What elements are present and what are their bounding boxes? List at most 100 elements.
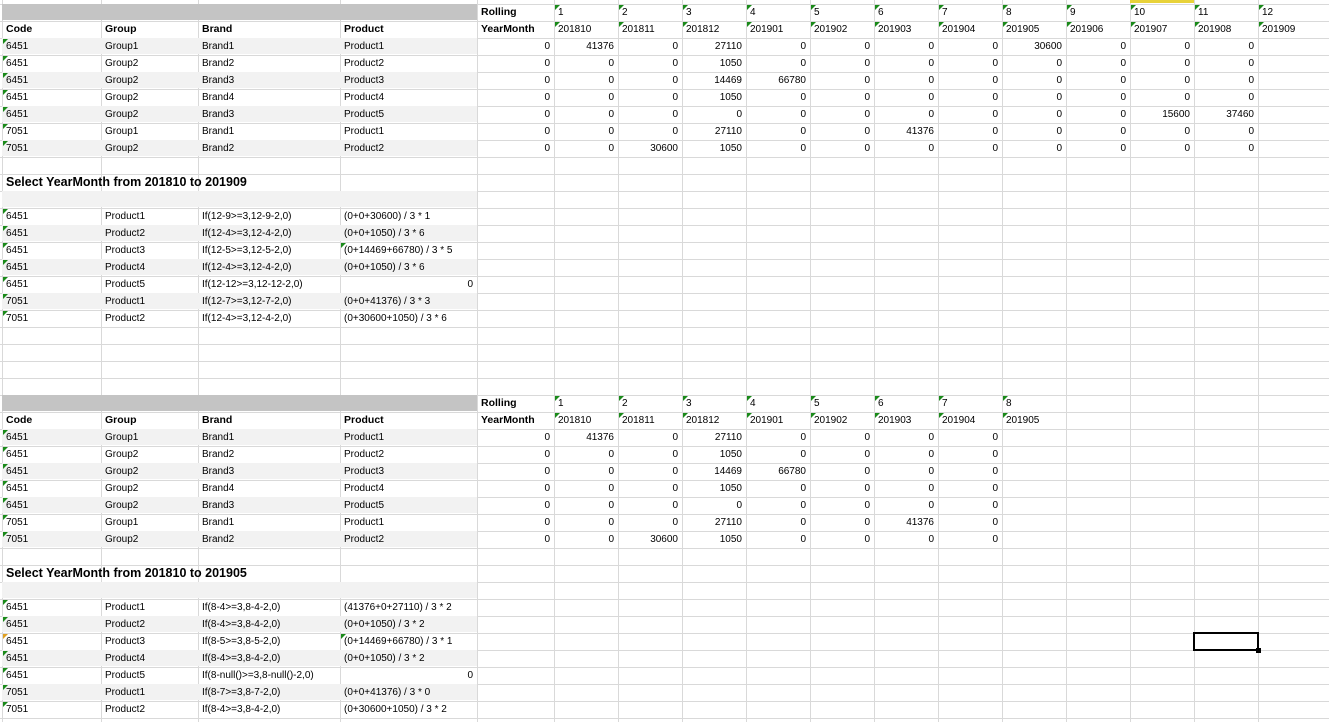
result1-months-formula[interactable]: If(12-12>=3,12-12-2,0) <box>202 276 338 293</box>
table1-value-cell[interactable]: 0 <box>1130 72 1190 89</box>
table1-value-cell[interactable]: 41376 <box>874 123 934 140</box>
table2-value-cell[interactable]: 0 <box>554 497 614 514</box>
table1-group-cell[interactable]: Group1 <box>105 38 196 55</box>
table2-value-cell[interactable]: 0 <box>810 480 870 497</box>
table2-rolling-index[interactable]: 2 <box>622 395 680 412</box>
table1-month-header[interactable]: 201908 <box>1198 21 1256 38</box>
table1-month-header[interactable]: 201810 <box>558 21 616 38</box>
table2-value-cell[interactable]: 1050 <box>682 480 742 497</box>
table2-month-header[interactable]: 201810 <box>558 412 616 429</box>
result2-code-cell[interactable]: 6451 <box>6 633 99 650</box>
table1-column-header[interactable]: Brand <box>202 21 338 38</box>
table1-product-cell[interactable]: Product2 <box>344 140 475 157</box>
active-cell-selection[interactable] <box>1193 632 1259 651</box>
table2-brand-cell[interactable]: Brand3 <box>202 463 338 480</box>
table1-value-cell[interactable]: 0 <box>746 89 806 106</box>
table1-value-cell[interactable]: 0 <box>1066 106 1126 123</box>
table2-brand-cell[interactable]: Brand1 <box>202 514 338 531</box>
result2-value-formula[interactable]: (0+0+1050) / 3 * 2 <box>344 616 475 633</box>
table2-value-cell[interactable]: 0 <box>618 480 678 497</box>
table1-rolling-index[interactable]: 9 <box>1070 4 1128 21</box>
table1-column-header[interactable]: Product <box>344 21 475 38</box>
table2-brand-cell[interactable]: Brand2 <box>202 446 338 463</box>
table1-rolling-index[interactable]: 12 <box>1262 4 1327 21</box>
table2-product-cell[interactable]: Product1 <box>344 429 475 446</box>
table1-month-header[interactable]: 201901 <box>750 21 808 38</box>
result1-value-formula[interactable]: (0+0+1050) / 3 * 6 <box>344 225 475 242</box>
table2-value-cell[interactable]: 0 <box>746 497 806 514</box>
table1-group-cell[interactable]: Group2 <box>105 106 196 123</box>
table1-value-cell[interactable]: 15600 <box>1130 106 1190 123</box>
table2-product-cell[interactable]: Product4 <box>344 480 475 497</box>
table2-yearmonth-label[interactable]: YearMonth <box>481 412 552 429</box>
table2-column-header[interactable]: Group <box>105 412 196 429</box>
result2-product-cell[interactable]: Product5 <box>105 667 196 684</box>
table2-value-cell[interactable]: 0 <box>746 514 806 531</box>
table2-value-cell[interactable]: 0 <box>874 446 934 463</box>
table2-code-cell[interactable]: 6451 <box>6 429 99 446</box>
table2-value-cell[interactable]: 0 <box>938 497 998 514</box>
result2-product-cell[interactable]: Product2 <box>105 701 196 718</box>
table2-rolling-label[interactable]: Rolling <box>481 395 552 412</box>
result2-months-formula[interactable]: If(8-4>=3,8-4-2,0) <box>202 701 338 718</box>
table1-value-cell[interactable]: 30600 <box>1002 38 1062 55</box>
table1-value-cell[interactable]: 0 <box>1002 72 1062 89</box>
table2-value-cell[interactable]: 0 <box>477 497 550 514</box>
result2-value-formula[interactable]: (0+30600+1050) / 3 * 2 <box>344 701 475 718</box>
result1-months-formula[interactable]: If(12-4>=3,12-4-2,0) <box>202 310 338 327</box>
table2-brand-cell[interactable]: Brand3 <box>202 497 338 514</box>
table2-column-header[interactable]: Brand <box>202 412 338 429</box>
table2-value-cell[interactable]: 0 <box>554 531 614 548</box>
result1-months-formula[interactable]: If(12-9>=3,12-9-2,0) <box>202 208 338 225</box>
table1-value-cell[interactable]: 66780 <box>746 72 806 89</box>
result2-product-cell[interactable]: Product1 <box>105 599 196 616</box>
table1-group-cell[interactable]: Group2 <box>105 55 196 72</box>
table2-group-cell[interactable]: Group1 <box>105 514 196 531</box>
table1-value-cell[interactable]: 0 <box>746 123 806 140</box>
table2-month-header[interactable]: 201904 <box>942 412 1000 429</box>
result1-product-cell[interactable]: Product3 <box>105 242 196 259</box>
table2-value-cell[interactable]: 0 <box>810 531 870 548</box>
result1-zero-value[interactable]: 0 <box>340 276 473 293</box>
table1-value-cell[interactable]: 0 <box>746 140 806 157</box>
table1-code-cell[interactable]: 6451 <box>6 106 99 123</box>
table1-value-cell[interactable]: 0 <box>938 140 998 157</box>
table2-month-header[interactable]: 201811 <box>622 412 680 429</box>
result1-product-cell[interactable]: Product2 <box>105 310 196 327</box>
table1-value-cell[interactable]: 0 <box>554 140 614 157</box>
table2-brand-cell[interactable]: Brand4 <box>202 480 338 497</box>
table2-value-cell[interactable]: 66780 <box>746 463 806 480</box>
table1-value-cell[interactable]: 0 <box>810 38 870 55</box>
result2-months-formula[interactable]: If(8-7>=3,8-7-2,0) <box>202 684 338 701</box>
table1-product-cell[interactable]: Product1 <box>344 123 475 140</box>
result2-code-cell[interactable]: 6451 <box>6 599 99 616</box>
table1-rolling-index[interactable]: 1 <box>558 4 616 21</box>
table1-value-cell[interactable]: 0 <box>477 38 550 55</box>
table1-value-cell[interactable]: 0 <box>746 106 806 123</box>
table1-month-header[interactable]: 201907 <box>1134 21 1192 38</box>
table1-month-header[interactable]: 201902 <box>814 21 872 38</box>
table1-value-cell[interactable]: 41376 <box>554 38 614 55</box>
table1-value-cell[interactable]: 0 <box>1066 140 1126 157</box>
result1-code-cell[interactable]: 6451 <box>6 276 99 293</box>
result1-code-cell[interactable]: 7051 <box>6 310 99 327</box>
table1-value-cell[interactable]: 0 <box>682 106 742 123</box>
result2-value-formula[interactable]: (0+0+1050) / 3 * 2 <box>344 650 475 667</box>
table1-product-cell[interactable]: Product3 <box>344 72 475 89</box>
table1-value-cell[interactable]: 27110 <box>682 123 742 140</box>
table2-value-cell[interactable]: 0 <box>938 514 998 531</box>
table1-value-cell[interactable]: 0 <box>618 55 678 72</box>
table1-value-cell[interactable]: 37460 <box>1194 106 1254 123</box>
result1-code-cell[interactable]: 6451 <box>6 259 99 276</box>
table2-value-cell[interactable]: 0 <box>810 446 870 463</box>
table2-value-cell[interactable]: 0 <box>618 429 678 446</box>
table1-value-cell[interactable]: 0 <box>1066 72 1126 89</box>
table2-rolling-index[interactable]: 6 <box>878 395 936 412</box>
fill-handle[interactable] <box>1256 648 1261 653</box>
result1-value-formula[interactable]: (0+14469+66780) / 3 * 5 <box>344 242 475 259</box>
table1-code-cell[interactable]: 6451 <box>6 55 99 72</box>
table2-month-header[interactable]: 201905 <box>1006 412 1064 429</box>
table1-value-cell[interactable]: 0 <box>477 123 550 140</box>
table2-code-cell[interactable]: 6451 <box>6 497 99 514</box>
table1-month-header[interactable]: 201905 <box>1006 21 1064 38</box>
